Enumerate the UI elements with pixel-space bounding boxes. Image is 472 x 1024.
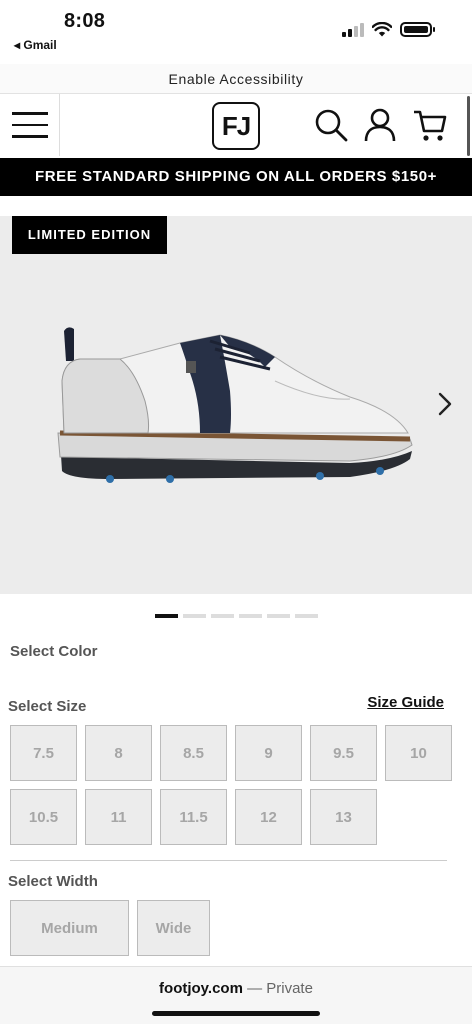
carousel-dot[interactable] [239, 614, 262, 618]
size-option-button[interactable]: 10.5 [10, 789, 77, 845]
wifi-icon [372, 22, 392, 37]
size-option-button[interactable]: 7.5 [10, 725, 77, 781]
battery-icon [400, 22, 435, 37]
cart-icon[interactable] [412, 107, 448, 143]
status-bar: 8:08 ◂ Gmail [0, 0, 472, 62]
site-header: FJ [0, 94, 472, 158]
menu-button[interactable] [0, 94, 60, 156]
enable-accessibility-link[interactable]: Enable Accessibility [0, 64, 472, 94]
carousel-dot[interactable] [211, 614, 234, 618]
privacy-label: — Private [242, 980, 313, 997]
shipping-banner: FREE STANDARD SHIPPING ON ALL ORDERS $15… [0, 158, 472, 196]
back-to-app-link[interactable]: ◂ Gmail [14, 38, 57, 52]
cellular-signal-icon [342, 22, 364, 37]
carousel-indicators[interactable] [155, 614, 318, 618]
select-width-label: Select Width [8, 873, 98, 890]
product-image-carousel[interactable]: LIMITED EDITION [0, 216, 472, 594]
width-option-button[interactable]: Medium [10, 900, 129, 956]
golf-shoe-image [57, 327, 413, 483]
size-option-button[interactable]: 11.5 [160, 789, 227, 845]
footjoy-logo[interactable]: FJ [212, 102, 260, 150]
browser-address-bar[interactable]: footjoy.com — Private [0, 966, 472, 1024]
account-icon[interactable] [362, 107, 398, 143]
size-option-button[interactable]: 9 [235, 725, 302, 781]
next-image-chevron-icon[interactable] [438, 392, 452, 416]
size-option-button[interactable]: 13 [310, 789, 377, 845]
status-icons [342, 22, 435, 37]
size-option-button[interactable]: 8 [85, 725, 152, 781]
url-domain: footjoy.com [159, 980, 243, 997]
size-option-button[interactable]: 8.5 [160, 725, 227, 781]
width-option-button[interactable]: Wide [137, 900, 210, 956]
size-option-button[interactable]: 11 [85, 789, 152, 845]
select-color-label: Select Color [10, 643, 98, 660]
select-size-label: Select Size [8, 698, 87, 715]
limited-edition-badge: LIMITED EDITION [12, 216, 167, 254]
size-option-button[interactable]: 10 [385, 725, 452, 781]
carousel-dot[interactable] [183, 614, 206, 618]
size-options: 7.5 8 8.5 9 9.5 10 10.5 11 11.5 12 13 [10, 725, 454, 845]
divider [10, 860, 447, 861]
status-time: 8:08 [64, 10, 106, 32]
size-guide-link[interactable]: Size Guide [367, 694, 444, 711]
url-display[interactable]: footjoy.com — Private [0, 980, 472, 997]
carousel-dot[interactable] [155, 614, 178, 618]
page-scrollbar[interactable] [467, 96, 470, 156]
carousel-dot[interactable] [267, 614, 290, 618]
size-option-button[interactable]: 12 [235, 789, 302, 845]
search-icon[interactable] [313, 107, 349, 143]
width-options: Medium Wide [10, 900, 210, 956]
menu-icon [12, 112, 48, 115]
home-indicator[interactable] [152, 1011, 320, 1016]
carousel-dot[interactable] [295, 614, 318, 618]
size-option-button[interactable]: 9.5 [310, 725, 377, 781]
